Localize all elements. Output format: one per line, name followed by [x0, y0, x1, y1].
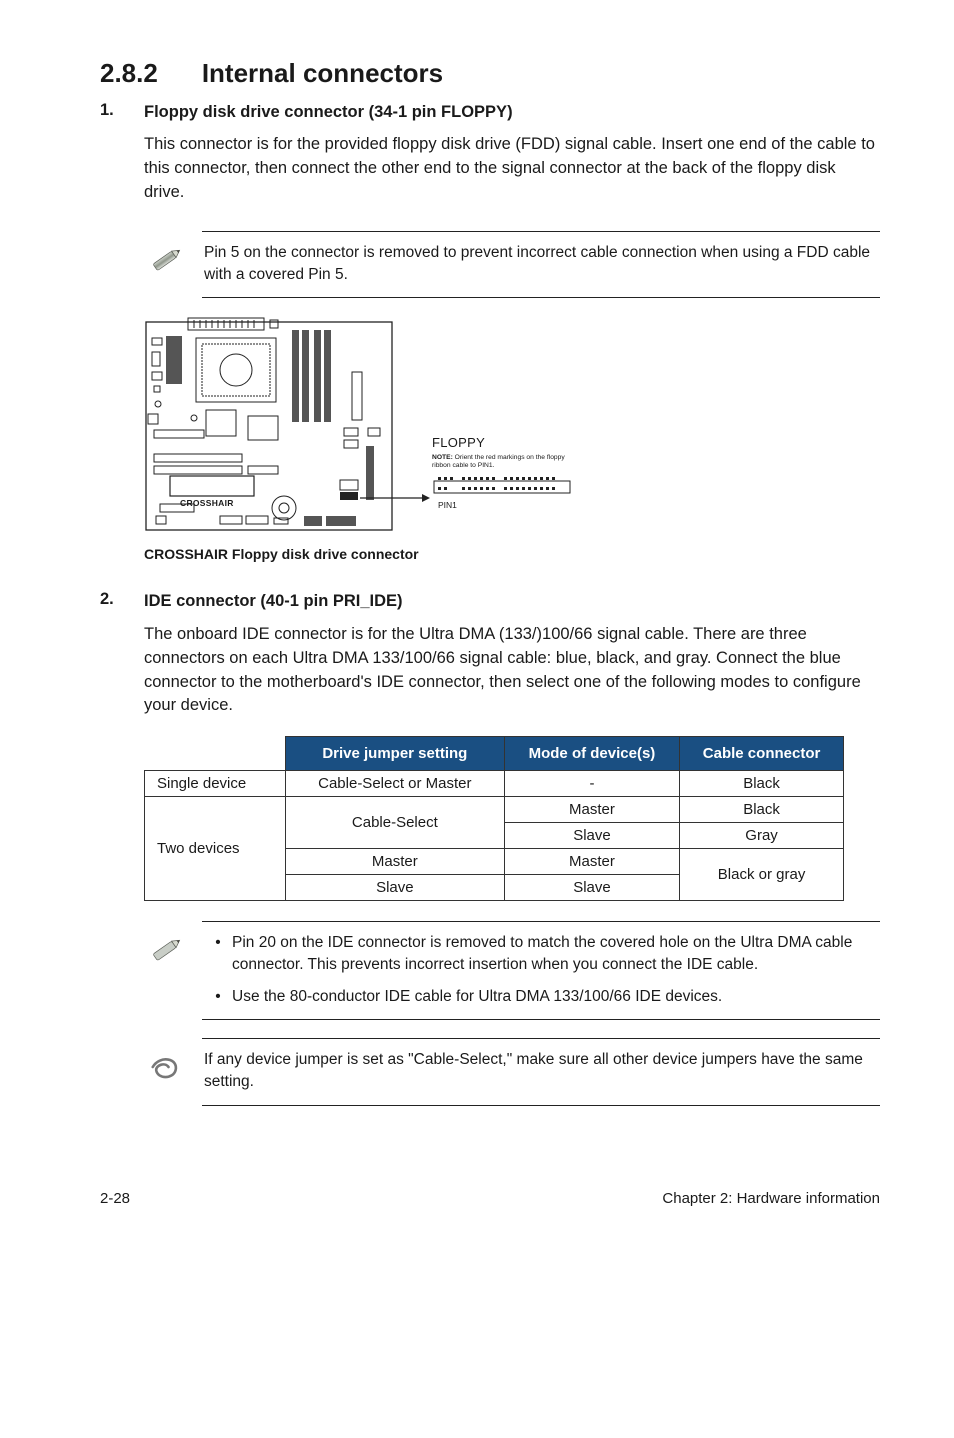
- figure-floppy: CROSSHAIR FLOPPY NOTE: Orient the red ma…: [144, 316, 624, 562]
- item-body: The onboard IDE connector is for the Ult…: [144, 623, 880, 719]
- table-header: Mode of device(s): [504, 737, 679, 771]
- item-number: 1.: [100, 101, 144, 123]
- item-title: Floppy disk drive connector (34-1 pin FL…: [144, 101, 513, 123]
- figure-caption: CROSSHAIR Floppy disk drive connector: [144, 546, 624, 562]
- motherboard-schematic: CROSSHAIR: [144, 316, 404, 544]
- item-title: IDE connector (40-1 pin PRI_IDE): [144, 590, 403, 612]
- paperclip-icon: [144, 1046, 186, 1088]
- pointer-arrow-icon: [360, 493, 430, 503]
- connector-title: FLOPPY: [432, 435, 485, 450]
- connector-note: NOTE: Orient the red markings on the flo…: [432, 454, 582, 469]
- chapter-title: Chapter 2: Hardware information: [662, 1190, 880, 1207]
- section-number: 2.8.2: [100, 58, 158, 89]
- jumper-settings-table: Drive jumper setting Mode of device(s) C…: [144, 736, 844, 901]
- note-text: Pin 5 on the connector is removed to pre…: [204, 244, 870, 283]
- table-row: Two devices Cable-Select Master Black: [145, 797, 844, 823]
- table-header: Drive jumper setting: [285, 737, 504, 771]
- pencil-icon: [144, 929, 186, 971]
- table-header: Cable connector: [680, 737, 844, 771]
- note-text: Pin 20 on the IDE connector is removed t…: [232, 932, 876, 975]
- pin-label: PIN1: [438, 500, 457, 510]
- table-row: Single device Cable-Select or Master - B…: [145, 771, 844, 797]
- item-number: 2.: [100, 590, 144, 612]
- pencil-icon: [144, 239, 186, 281]
- page-number: 2-28: [100, 1190, 130, 1207]
- section-title-text: Internal connectors: [202, 58, 443, 88]
- section-heading: 2.8.2 Internal connectors: [100, 58, 880, 89]
- note-text: Use the 80-conductor IDE cable for Ultra…: [232, 986, 876, 1008]
- item-body: This connector is for the provided flopp…: [144, 133, 880, 205]
- board-label: CROSSHAIR: [180, 498, 234, 508]
- note-text: If any device jumper is set as "Cable-Se…: [204, 1051, 863, 1090]
- pin-header-icon: [432, 475, 582, 495]
